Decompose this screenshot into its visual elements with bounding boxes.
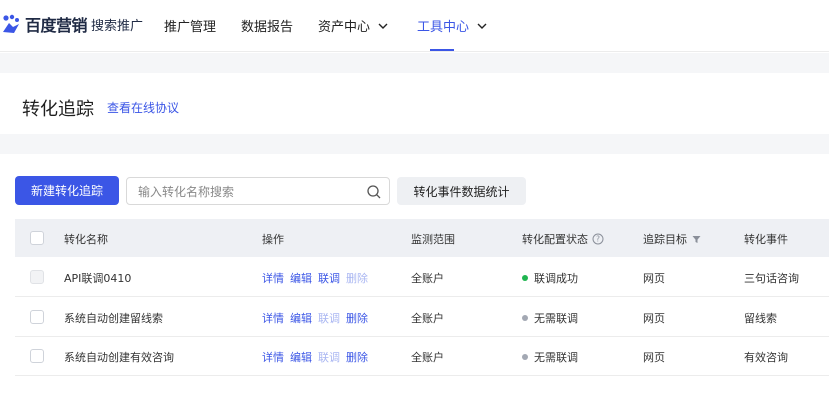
debug-link: 联调 [318, 351, 340, 364]
conversion-event: 三句话咨询 [744, 272, 799, 285]
column-header-label: 转化配置状态 [522, 233, 588, 246]
section-divider [0, 53, 829, 73]
config-status: 无需联调 [522, 349, 578, 365]
status-text: 联调成功 [534, 272, 578, 285]
nav-item-tools[interactable]: 工具中心 [417, 16, 487, 35]
nav-item-label: 工具中心 [417, 20, 470, 35]
top-nav: 百度营销 搜索推广 推广管理 数据报告 资产中心 工具中心 [0, 0, 829, 52]
edit-link[interactable]: 编辑 [290, 349, 312, 365]
column-header-event: 转化事件 [744, 231, 788, 247]
column-header-label: 转化名称 [64, 233, 108, 246]
status-dot-icon [522, 354, 528, 360]
tracking-target: 网页 [643, 312, 665, 325]
help-icon[interactable]: ? [592, 233, 604, 245]
table-row: 系统自动创建有效咨询 详情 编辑 联调 删除 全账户 无需联调 网页 有效咨询 [15, 337, 829, 376]
column-header-label: 追踪目标 [643, 233, 687, 246]
search-box [126, 177, 390, 205]
view-protocol-link[interactable]: 查看在线协议 [107, 99, 179, 116]
row-actions: 详情 编辑 联调 删除 [262, 270, 374, 286]
column-header-actions: 操作 [262, 231, 284, 247]
status-dot-icon [522, 315, 528, 321]
column-header-scope: 监测范围 [411, 231, 455, 247]
brand-product: 搜索推广 [91, 18, 144, 34]
delete-link: 删除 [346, 272, 368, 285]
delete-link[interactable]: 删除 [346, 349, 368, 365]
new-conversion-button[interactable]: 新建转化追踪 [15, 176, 119, 205]
chevron-down-icon [477, 23, 487, 29]
details-link[interactable]: 详情 [262, 270, 284, 286]
baidu-marketing-logo-icon [3, 14, 19, 33]
column-header-label: 操作 [262, 233, 284, 246]
status-text: 无需联调 [534, 351, 578, 364]
search-icon[interactable] [366, 184, 382, 200]
config-status: 联调成功 [522, 270, 578, 286]
table-row: 系统自动创建留线索 详情 编辑 联调 删除 全账户 无需联调 网页 留线索 [15, 298, 829, 337]
table-row: API联调0410 详情 编辑 联调 删除 全账户 联调成功 网页 三句话咨询 [15, 258, 829, 297]
row-actions: 详情 编辑 联调 删除 [262, 310, 374, 326]
column-header-label: 转化事件 [744, 233, 788, 246]
brand-logo-area[interactable]: 百度营销 搜索推广 [0, 12, 143, 36]
conversion-event: 有效咨询 [744, 351, 788, 364]
details-link[interactable]: 详情 [262, 349, 284, 365]
edit-link[interactable]: 编辑 [290, 310, 312, 326]
status-text: 无需联调 [534, 312, 578, 325]
config-status: 无需联调 [522, 310, 578, 326]
debug-link[interactable]: 联调 [318, 270, 340, 286]
row-checkbox[interactable] [30, 310, 44, 324]
status-dot-icon [522, 275, 528, 281]
monitor-scope: 全账户 [411, 272, 444, 285]
nav-item-reports[interactable]: 数据报告 [241, 16, 293, 35]
nav-item-promotion[interactable]: 推广管理 [164, 16, 216, 35]
monitor-scope: 全账户 [411, 351, 444, 364]
column-header-target: 追踪目标 [643, 231, 701, 247]
search-input[interactable] [138, 183, 358, 200]
tracking-target: 网页 [643, 272, 665, 285]
tracking-target: 网页 [643, 351, 665, 364]
nav-item-assets[interactable]: 资产中心 [318, 16, 388, 35]
nav-item-label: 数据报告 [241, 20, 294, 35]
active-tab-indicator [430, 49, 454, 51]
select-all-checkbox[interactable] [30, 231, 44, 245]
page-title: 转化追踪 [22, 99, 94, 120]
section-divider [0, 134, 829, 154]
details-link[interactable]: 详情 [262, 310, 284, 326]
monitor-scope: 全账户 [411, 312, 444, 325]
event-stats-button[interactable]: 转化事件数据统计 [397, 177, 526, 205]
debug-link: 联调 [318, 312, 340, 325]
conversion-name: API联调0410 [64, 272, 132, 285]
delete-link[interactable]: 删除 [346, 310, 368, 326]
column-header-name: 转化名称 [64, 231, 108, 247]
edit-link[interactable]: 编辑 [290, 270, 312, 286]
table-header: 转化名称 操作 监测范围 转化配置状态 ? 追踪目标 转化事件 [15, 219, 829, 257]
svg-text:?: ? [596, 235, 600, 244]
row-checkbox [30, 270, 44, 284]
chevron-down-icon [378, 23, 388, 29]
column-header-status: 转化配置状态 ? [522, 231, 604, 247]
conversion-event: 留线索 [744, 312, 777, 325]
nav-item-label: 资产中心 [318, 20, 371, 35]
row-actions: 详情 编辑 联调 删除 [262, 349, 374, 365]
nav-item-label: 推广管理 [164, 20, 217, 35]
conversion-name: 系统自动创建留线索 [64, 312, 163, 325]
brand-name: 百度营销 [25, 16, 88, 35]
conversion-name: 系统自动创建有效咨询 [64, 351, 174, 364]
row-checkbox[interactable] [30, 349, 44, 363]
filter-icon[interactable] [692, 235, 701, 244]
column-header-label: 监测范围 [411, 233, 455, 246]
